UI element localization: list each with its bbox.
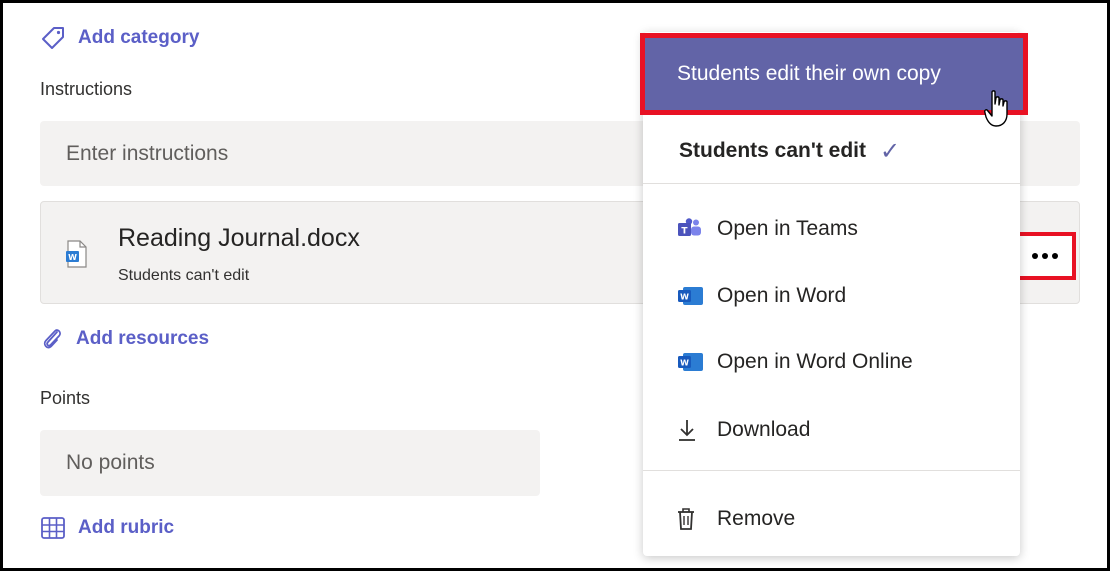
points-label: Points xyxy=(40,388,91,408)
more-dot xyxy=(1032,253,1038,259)
menu-item-remove[interactable]: Remove xyxy=(643,495,1020,543)
teams-icon: T xyxy=(677,218,717,240)
trash-icon xyxy=(677,507,717,531)
menu-item-label: Open in Teams xyxy=(717,217,858,240)
word-icon: W xyxy=(677,351,717,373)
svg-text:W: W xyxy=(680,293,689,302)
menu-item-open-in-word-online[interactable]: W Open in Word Online xyxy=(643,338,1020,386)
add-rubric-link[interactable]: Add rubric xyxy=(40,516,174,540)
hand-cursor-icon xyxy=(984,90,1008,127)
grid-icon xyxy=(41,517,65,539)
word-document-icon: W xyxy=(66,240,87,268)
add-category-link[interactable]: Add category xyxy=(40,25,199,51)
menu-divider xyxy=(643,183,1020,184)
menu-item-label: Remove xyxy=(717,507,796,530)
menu-item-open-in-teams[interactable]: T Open in Teams xyxy=(643,205,1020,253)
add-resources-label: Add resources xyxy=(76,328,210,349)
menu-item-label: Students can't edit xyxy=(679,139,867,162)
word-icon: W xyxy=(677,285,717,307)
menu-item-label: Download xyxy=(717,418,811,441)
points-input[interactable]: No points xyxy=(40,430,540,496)
svg-text:T: T xyxy=(681,227,688,237)
menu-item-students-cant-edit[interactable]: Students can't edit ✓ xyxy=(643,120,1020,182)
menu-item-label: Open in Word Online xyxy=(717,350,913,373)
instructions-label: Instructions xyxy=(40,79,133,99)
menu-item-label: Open in Word xyxy=(717,284,847,307)
tag-icon xyxy=(42,27,64,49)
menu-divider xyxy=(643,470,1020,471)
resource-permission: Students can't edit xyxy=(118,267,250,284)
add-category-label: Add category xyxy=(78,27,200,48)
more-dot xyxy=(1052,253,1058,259)
add-resources-link[interactable]: Add resources xyxy=(40,326,209,352)
menu-item-download[interactable]: Download xyxy=(643,406,1020,454)
menu-item-students-edit-copy[interactable]: Students edit their own copy xyxy=(640,33,1028,115)
resource-name: Reading Journal.docx xyxy=(118,224,360,252)
svg-text:W: W xyxy=(680,359,689,368)
points-value: No points xyxy=(66,451,155,474)
instructions-placeholder: Enter instructions xyxy=(66,141,229,165)
paperclip-icon xyxy=(43,329,61,349)
svg-text:W: W xyxy=(68,253,77,262)
more-options-button[interactable] xyxy=(1014,232,1076,280)
checkmark-icon: ✓ xyxy=(880,137,901,165)
more-dot xyxy=(1042,253,1048,259)
menu-item-open-in-word[interactable]: W Open in Word xyxy=(643,272,1020,320)
add-rubric-label: Add rubric xyxy=(78,517,175,538)
menu-item-label: Students edit their own copy xyxy=(677,62,941,85)
download-icon xyxy=(677,418,717,442)
